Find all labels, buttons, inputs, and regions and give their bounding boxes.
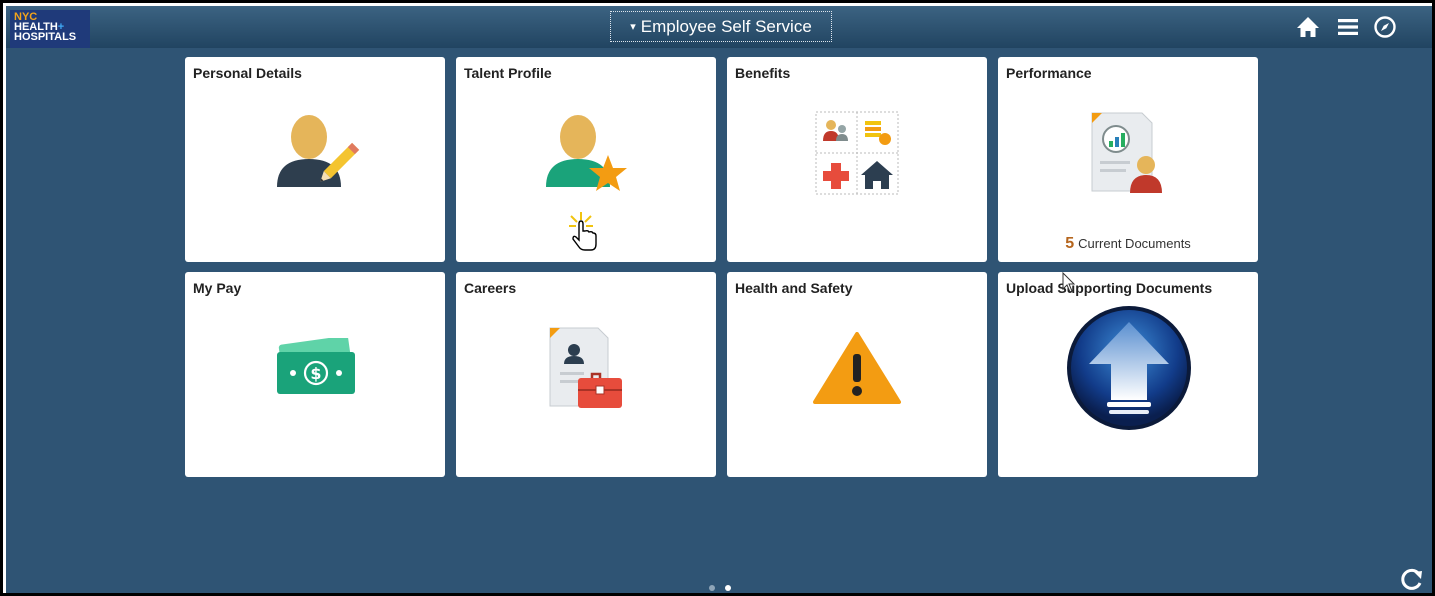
mouse-pointer-icon	[1062, 272, 1076, 293]
tile-benefits[interactable]: Benefits	[727, 57, 987, 262]
tile-personal-details[interactable]: Personal Details	[185, 57, 445, 262]
person-star-icon	[546, 115, 627, 191]
tile-upload-supporting-documents[interactable]: Upload Supporting Documents	[998, 272, 1258, 477]
nyc-health-hospitals-logo[interactable]: NYC HEALTH+ HOSPITALS	[10, 10, 90, 48]
navigator-icon[interactable]	[1372, 14, 1398, 40]
tile-title: Personal Details	[193, 65, 302, 81]
benefits-grid-icon	[815, 111, 899, 195]
tile-title: Careers	[464, 280, 517, 296]
tile-talent-profile[interactable]: Talent Profile	[456, 57, 716, 262]
header-bar: NYC HEALTH+ HOSPITALS ▾ Employee Self Se…	[6, 6, 1432, 48]
tile-performance[interactable]: Performance 5 Current Documents	[998, 57, 1258, 262]
upload-arrow-icon	[1067, 306, 1191, 430]
menu-icon[interactable]	[1335, 14, 1361, 40]
count-value: 5	[1065, 235, 1075, 252]
page-title: Employee Self Service	[640, 16, 812, 36]
tile-title: Performance	[1006, 65, 1092, 81]
tile-title: Health and Safety	[735, 280, 853, 296]
screen-frame: NYC HEALTH+ HOSPITALS ▾ Employee Self Se…	[0, 0, 1435, 596]
refresh-icon[interactable]	[1400, 568, 1424, 592]
money-icon: $	[277, 338, 355, 394]
page-dot-2[interactable]	[725, 585, 732, 591]
tile-title: Benefits	[735, 65, 791, 81]
person-edit-icon	[277, 115, 360, 187]
tile-title: Upload Supporting Documents	[1006, 280, 1213, 296]
home-icon[interactable]	[1295, 14, 1321, 40]
tile-title: My Pay	[193, 280, 242, 296]
warning-icon	[813, 332, 901, 404]
app-shell: NYC HEALTH+ HOSPITALS ▾ Employee Self Se…	[6, 6, 1432, 593]
tile-careers[interactable]: Careers	[456, 272, 716, 477]
click-cursor-icon	[569, 212, 597, 251]
count-label: Current Documents	[1078, 236, 1191, 251]
svg-text:$: $	[310, 364, 321, 383]
tile-my-pay[interactable]: My Pay $	[185, 272, 445, 477]
page-dot-1[interactable]	[709, 585, 715, 591]
homepage-selector[interactable]: ▾ Employee Self Service	[610, 11, 832, 42]
current-documents-count: 5 Current Documents	[998, 235, 1258, 253]
tile-health-and-safety[interactable]: Health and Safety	[727, 272, 987, 477]
careers-briefcase-icon	[549, 327, 622, 408]
chevron-down-icon: ▾	[630, 21, 636, 33]
logo-line-3: HOSPITALS	[14, 31, 77, 43]
performance-document-icon	[1091, 112, 1162, 193]
tile-title: Talent Profile	[464, 65, 552, 81]
page-indicator	[706, 578, 734, 593]
